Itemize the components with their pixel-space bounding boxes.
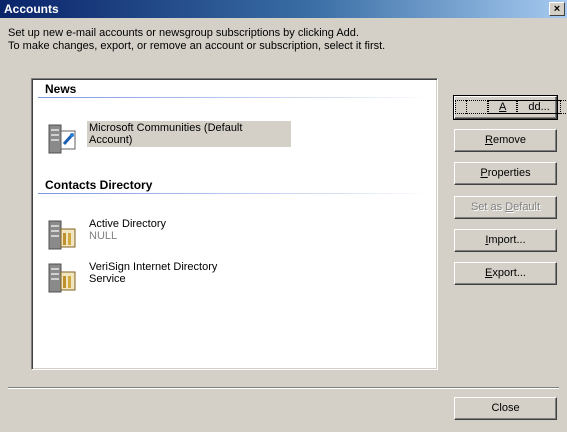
- news-server-icon: [48, 124, 76, 154]
- instructions-line-1: Set up new e-mail accounts or newsgroup …: [8, 27, 359, 39]
- set-as-default-button[interactable]: Set as Default: [454, 196, 557, 219]
- item-label: VeriSign Internet Directory Service: [89, 261, 218, 285]
- instructions-text: Set up new e-mail accounts or newsgroup …: [8, 27, 385, 53]
- group-divider: [38, 97, 432, 98]
- add-button[interactable]: Add...: [453, 95, 567, 120]
- export-button[interactable]: Export...: [454, 262, 557, 285]
- group-header-news: News: [45, 82, 77, 96]
- footer-separator: [8, 387, 559, 389]
- close-icon: ×: [553, 3, 561, 15]
- import-button[interactable]: Import...: [454, 229, 557, 252]
- directory-server-icon: [48, 263, 76, 293]
- directory-server-icon: [48, 220, 76, 250]
- item-label: Active Directory NULL: [89, 218, 167, 242]
- window-title: Accounts: [4, 2, 59, 16]
- group-divider: [38, 193, 432, 194]
- properties-button[interactable]: Properties: [454, 162, 557, 185]
- accounts-list[interactable]: News Microsoft Communities (Default Acco…: [31, 78, 438, 370]
- close-window-button[interactable]: ×: [549, 2, 565, 16]
- remove-button[interactable]: Remove: [454, 129, 557, 152]
- close-button[interactable]: Close: [454, 397, 557, 420]
- instructions-line-2: To make changes, export, or remove an ac…: [8, 40, 386, 52]
- group-header-contacts-directory: Contacts Directory: [45, 178, 153, 192]
- item-label: Microsoft Communities (Default Account): [87, 121, 291, 147]
- title-bar: Accounts ×: [0, 0, 567, 18]
